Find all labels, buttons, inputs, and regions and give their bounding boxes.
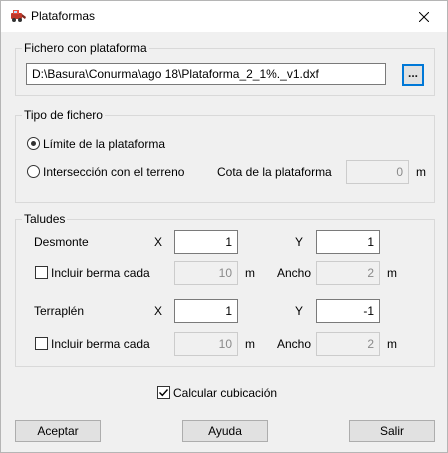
desmonte-ancho-field[interactable]: 2 (316, 261, 380, 285)
salir-button[interactable]: Salir (349, 420, 435, 442)
terraplen-ancho-unit: m (387, 337, 397, 351)
fichero-group-label: Fichero con plataforma (22, 41, 149, 55)
browse-button[interactable]: ... (402, 64, 424, 86)
taludes-group-label: Taludes (22, 212, 68, 226)
desmonte-x-label: X (154, 235, 163, 249)
calcular-label[interactable]: Calcular cubicación (173, 386, 277, 400)
radio-limite[interactable] (27, 137, 40, 150)
close-icon (419, 11, 429, 22)
title-bar[interactable]: Plataformas (1, 1, 447, 32)
cota-unit: m (416, 165, 426, 179)
desmonte-ancho-label: Ancho (277, 266, 312, 280)
tipo-group-label: Tipo de fichero (22, 108, 105, 122)
terraplen-y-label: Y (295, 304, 304, 318)
terraplen-berma-unit: m (245, 337, 255, 351)
terraplen-berma-checkbox[interactable] (35, 337, 48, 350)
desmonte-ancho-unit: m (387, 266, 397, 280)
terraplen-ancho-label: Ancho (277, 337, 312, 351)
terraplen-y-field[interactable]: -1 (316, 299, 380, 323)
radio-interseccion-label[interactable]: Intersección con el terreno (43, 165, 184, 179)
calcular-checkbox[interactable] (157, 386, 170, 399)
checkmark-icon (159, 389, 169, 397)
terraplen-label: Terraplén (34, 304, 85, 318)
terraplen-ancho-field[interactable]: 2 (316, 332, 380, 356)
desmonte-y-label: Y (295, 235, 304, 249)
cota-field[interactable]: 0 (346, 160, 409, 184)
cota-label: Cota de la plataforma (217, 165, 332, 179)
terraplen-x-label: X (154, 304, 163, 318)
close-button[interactable] (401, 1, 447, 32)
desmonte-berma-unit: m (245, 266, 255, 280)
desmonte-y-field[interactable]: 1 (316, 230, 380, 254)
terraplen-x-field[interactable]: 1 (174, 299, 238, 323)
desmonte-x-field[interactable]: 1 (174, 230, 238, 254)
ayuda-button[interactable]: Ayuda (182, 420, 268, 442)
terraplen-berma-field[interactable]: 10 (174, 332, 238, 356)
desmonte-berma-field[interactable]: 10 (174, 261, 238, 285)
aceptar-button[interactable]: Aceptar (15, 420, 101, 442)
desmonte-label: Desmonte (34, 235, 89, 249)
excavator-icon (11, 10, 26, 22)
file-path-field[interactable]: D:\Basura\Conurma\ago 18\Plataforma_2_1%… (26, 63, 386, 85)
radio-interseccion[interactable] (27, 165, 40, 178)
desmonte-berma-checkbox[interactable] (35, 266, 48, 279)
tipo-group: Tipo de fichero (15, 108, 435, 203)
window-title: Plataformas (31, 9, 96, 23)
plataformas-dialog: Plataformas Fichero con plataforma D:\Ba… (0, 0, 448, 453)
radio-limite-label[interactable]: Límite de la plataforma (43, 137, 165, 151)
terraplen-berma-label[interactable]: Incluir berma cada (51, 337, 150, 351)
desmonte-berma-label[interactable]: Incluir berma cada (51, 266, 150, 280)
